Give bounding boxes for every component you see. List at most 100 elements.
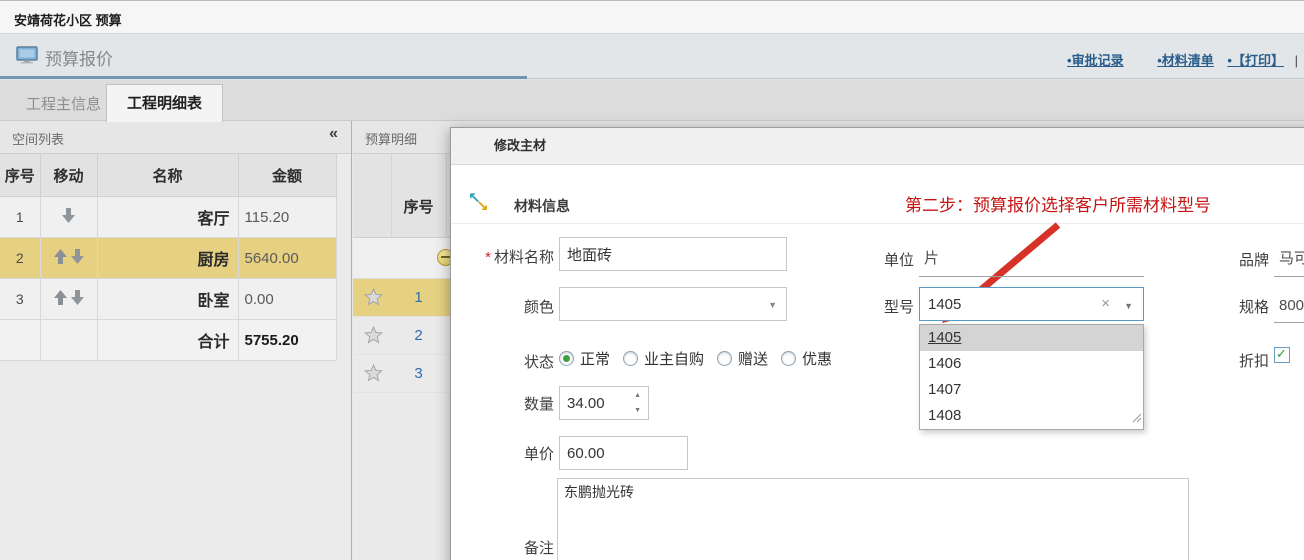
move-up-icon[interactable] xyxy=(53,248,68,269)
unit-price-input[interactable] xyxy=(559,436,688,470)
module-active-underline xyxy=(0,76,527,79)
app-root: 安靖荷花小区 预算 预算报价 •审批记录 •材料清单 •【打印】 | 工程主信息… xyxy=(0,0,1304,560)
favorite-star-icon[interactable] xyxy=(364,364,383,387)
budget-detail-panel: 预算明细 序号 1 2 xyxy=(353,121,463,560)
dialog-titlebar[interactable]: 修改主材 xyxy=(451,128,1304,165)
space-panel-header: 空间列表 « xyxy=(0,121,351,154)
col-header-amount: 金额 xyxy=(238,154,336,197)
tab-strip: 工程主信息 工程明细表 xyxy=(0,80,1304,121)
grid-line xyxy=(446,154,447,237)
approval-records-link[interactable]: •审批记录 xyxy=(1067,53,1124,68)
space-table-header-row: 序号 移动 名称 金额 xyxy=(0,154,336,197)
print-link[interactable]: •【打印】 xyxy=(1227,53,1284,68)
detail-panel-title: 预算明细 xyxy=(365,129,417,148)
move-down-icon[interactable] xyxy=(70,248,85,269)
radio-selected-icon xyxy=(559,351,574,366)
detail-row[interactable]: 1 xyxy=(353,279,463,317)
tab-project-detail-sheet[interactable]: 工程明细表 xyxy=(106,84,223,122)
material-name-label: *材料名称 xyxy=(451,246,554,267)
radio-gift[interactable]: 赠送 xyxy=(717,348,768,369)
move-down-icon[interactable] xyxy=(70,289,85,310)
status-label: 状态 xyxy=(451,351,554,372)
detail-row[interactable]: 2 xyxy=(353,317,463,355)
detail-row-no: 2 xyxy=(391,327,446,344)
dropdown-option[interactable]: 1405 xyxy=(920,325,1143,351)
col-header-move: 移动 xyxy=(40,154,97,197)
quantity-label: 数量 xyxy=(451,393,554,414)
annotation-text: 第二步：预算报价选择客户所需材料型号 xyxy=(905,191,1211,216)
discount-checkbox[interactable]: ✓ xyxy=(1274,347,1290,363)
material-info-icon: ↖ ↘ xyxy=(468,192,490,214)
unit-price-label: 单价 xyxy=(451,443,554,464)
dialog-body: ↖ ↘ 材料信息 第二步：预算报价选择客户所需材料型号 *材料名称 颜色 ▼ 状… xyxy=(451,165,1304,560)
detail-row-no: 1 xyxy=(391,289,446,306)
col-header-name: 名称 xyxy=(97,154,238,197)
model-combobox[interactable]: 1405 × ▼ xyxy=(919,287,1144,321)
remark-label: 备注 xyxy=(451,537,554,558)
discount-label: 折扣 xyxy=(1166,350,1269,371)
clear-icon[interactable]: × xyxy=(1101,295,1110,312)
model-dropdown-list: 1405 1406 1407 1408 xyxy=(919,324,1144,430)
space-table: 序号 移动 名称 金额 1 客厅 xyxy=(0,154,337,361)
radio-owner-purchase[interactable]: 业主自购 xyxy=(623,348,704,369)
dropdown-option[interactable]: 1408 xyxy=(920,403,1143,429)
spinner-up-icon[interactable]: ▲ xyxy=(634,392,641,399)
detail-col-header-no: 序号 xyxy=(391,196,446,217)
radio-icon xyxy=(623,351,638,366)
move-up-icon[interactable] xyxy=(53,289,68,310)
edit-material-dialog: 修改主材 ↖ ↘ 材料信息 第二步：预算报价选择客户所需材料型号 *材料名称 颜… xyxy=(450,127,1304,560)
brand-label: 品牌 xyxy=(1166,249,1269,270)
brand-field[interactable]: 马可 xyxy=(1274,247,1304,277)
col-header-no: 序号 xyxy=(0,154,40,197)
dropdown-option[interactable]: 1407 xyxy=(920,377,1143,403)
detail-panel-header: 预算明细 xyxy=(353,121,463,154)
resize-handle-icon[interactable] xyxy=(1132,410,1142,428)
space-panel-title: 空间列表 xyxy=(12,129,64,148)
spec-field[interactable]: 800 xyxy=(1274,297,1304,323)
radio-normal[interactable]: 正常 xyxy=(559,348,610,369)
section-title: 材料信息 xyxy=(514,196,570,216)
links-separator: | xyxy=(1295,53,1298,68)
remark-textarea[interactable]: 东鹏抛光砖 xyxy=(557,478,1189,560)
space-row-kitchen[interactable]: 2 厨房 5640.00 xyxy=(0,238,336,279)
collapse-panel-icon[interactable]: « xyxy=(329,125,338,143)
model-label: 型号 xyxy=(811,296,914,317)
dropdown-option[interactable]: 1406 xyxy=(920,351,1143,377)
status-radio-group: 正常 业主自购 赠送 优惠 xyxy=(559,348,845,368)
move-down-icon[interactable] xyxy=(61,207,76,228)
window-titlebar: 安靖荷花小区 预算 xyxy=(0,0,1304,34)
favorite-star-icon[interactable] xyxy=(364,288,383,311)
material-name-input[interactable] xyxy=(559,237,787,271)
total-label: 合计 xyxy=(97,320,238,361)
radio-discounted[interactable]: 优惠 xyxy=(781,348,832,369)
section-divider xyxy=(451,223,1304,224)
monitor-icon xyxy=(16,46,38,69)
checkmark-icon: ✓ xyxy=(1276,346,1287,362)
spinner-down-icon[interactable]: ▼ xyxy=(634,407,641,414)
page-title: 安靖荷花小区 预算 xyxy=(14,10,122,29)
favorite-star-icon[interactable] xyxy=(364,326,383,349)
quantity-value: 34.00 xyxy=(567,395,605,412)
color-select[interactable]: ▼ xyxy=(559,287,787,321)
total-amount: 5755.20 xyxy=(238,320,336,361)
radio-icon xyxy=(781,351,796,366)
header-links: •审批记录 •材料清单 •【打印】 | xyxy=(1067,50,1298,69)
material-list-link[interactable]: •材料清单 xyxy=(1157,53,1214,68)
required-asterisk: * xyxy=(485,249,491,266)
unit-field[interactable]: 片 xyxy=(919,247,1144,277)
detail-row-no: 3 xyxy=(391,365,446,382)
quantity-stepper[interactable]: 34.00 ▲ ▼ xyxy=(559,386,649,420)
space-list-panel: 空间列表 « 序号 移动 名称 金额 1 xyxy=(0,121,352,560)
chevron-down-icon[interactable]: ▼ xyxy=(1124,301,1133,311)
space-row-living-room[interactable]: 1 客厅 115.20 xyxy=(0,197,336,238)
chevron-down-icon[interactable]: ▼ xyxy=(768,300,777,310)
dialog-title: 修改主材 xyxy=(494,128,546,164)
header-divider xyxy=(527,78,1304,79)
detail-column-header: 序号 xyxy=(353,154,463,238)
radio-icon xyxy=(717,351,732,366)
module-title: 预算报价 xyxy=(45,45,113,70)
module-header: 预算报价 •审批记录 •材料清单 •【打印】 | xyxy=(0,34,1304,80)
tab-project-main-info[interactable]: 工程主信息 xyxy=(12,93,115,114)
space-row-bedroom[interactable]: 3 卧室 0.00 xyxy=(0,279,336,320)
detail-row[interactable]: 3 xyxy=(353,355,463,393)
